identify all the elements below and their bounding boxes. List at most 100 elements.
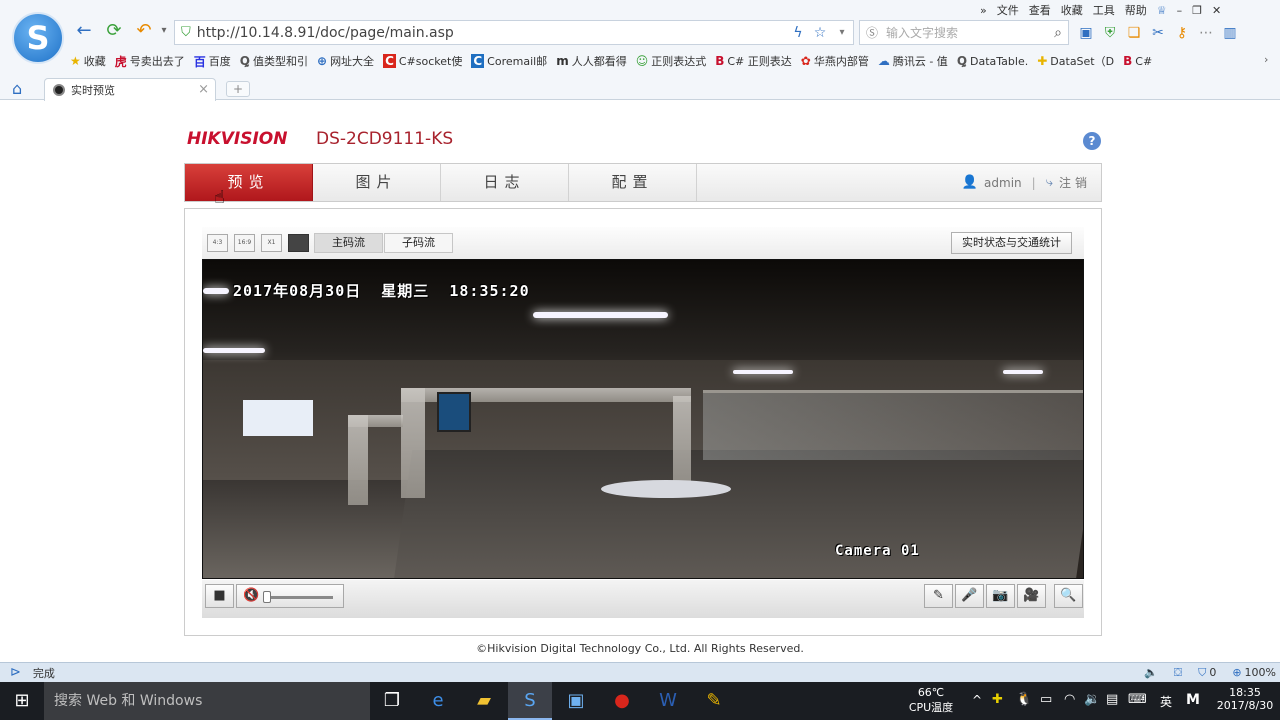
nav-config[interactable]: 配置 — [569, 164, 697, 201]
zoom-level[interactable]: 100% — [1245, 666, 1276, 679]
qq-icon[interactable]: 🐧 — [1016, 692, 1032, 707]
fav-item[interactable]: C C#socket使 — [383, 53, 462, 69]
volume-icon[interactable]: 🔉 — [1084, 692, 1100, 707]
paint-icon[interactable]: ✎ — [692, 682, 736, 720]
menu-file[interactable]: 文件 — [997, 2, 1019, 18]
adblock-icon[interactable]: ⛉ — [1198, 666, 1206, 680]
zoom-icon[interactable]: 🔍 — [1054, 584, 1083, 608]
fav-item[interactable]: m 人人都看得 — [556, 53, 627, 69]
fav-item[interactable]: ✚ DataSet（D — [1037, 53, 1114, 69]
ratio-auto-button[interactable] — [288, 234, 309, 252]
refresh-icon[interactable]: ⟳ — [103, 20, 125, 42]
live-video[interactable]: 2017年08月30日 星期三 18:35:20 Camera 01 — [202, 259, 1084, 579]
file-explorer-icon[interactable]: ▰ — [462, 682, 506, 720]
fav-item[interactable]: ✿ 华燕内部管 — [801, 53, 869, 69]
word-icon[interactable]: W — [646, 682, 690, 720]
nav-log[interactable]: 日志 — [441, 164, 569, 201]
notification-icon[interactable]: ▤ — [1106, 692, 1118, 707]
microphone-icon[interactable]: 🎤 — [955, 584, 984, 608]
skin-icon[interactable]: ♕ — [1157, 4, 1167, 17]
capture-icon[interactable]: 📷 — [986, 584, 1015, 608]
close-icon[interactable]: ✕ — [1212, 4, 1221, 17]
ratio-4-3-button[interactable]: 4:3 — [207, 234, 228, 252]
fav-item[interactable]: 虎号卖出去了 — [115, 53, 185, 70]
traffic-status-button[interactable]: 实时状态与交通统计 — [951, 232, 1072, 254]
keyboard-icon[interactable]: ⌨ — [1128, 692, 1147, 707]
tray-app-icon[interactable]: ✚ — [992, 692, 1003, 707]
search-engine-icon[interactable]: Ⓢ — [866, 24, 878, 41]
address-url[interactable]: http://10.14.8.91/doc/page/main.asp — [197, 25, 787, 41]
chevron-down-icon[interactable]: ▾ — [831, 27, 853, 38]
nav-preview[interactable]: 预览 — [185, 164, 313, 201]
search-input[interactable]: 输入文字搜索 — [886, 24, 1054, 41]
sidebar-toggle-icon[interactable]: ⊳ — [10, 665, 21, 680]
home-icon[interactable]: ⌂ — [12, 79, 22, 98]
undo-close-icon[interactable]: ↶ — [133, 20, 155, 42]
fav-item[interactable]: ⊕ 网址大全 — [317, 53, 374, 69]
fav-item[interactable]: 百百度 — [194, 53, 231, 70]
volume-slider[interactable] — [263, 591, 271, 603]
fav-item[interactable]: B C# 正则表达 — [715, 53, 792, 69]
windows-start-icon[interactable]: ⊞ — [0, 682, 44, 720]
ime-language[interactable]: 英 — [1160, 693, 1172, 710]
battery-icon[interactable]: ▭ — [1040, 692, 1052, 707]
scissors-icon[interactable]: ✂ — [1148, 24, 1168, 42]
download-icon[interactable]: ⛋ — [1174, 666, 1182, 680]
tray-chevron-up-icon[interactable]: ^ — [972, 693, 982, 707]
ratio-original-button[interactable]: X1 — [261, 234, 282, 252]
fav-item[interactable]: ★ 收藏 — [70, 53, 106, 69]
browser-logo-icon[interactable]: S — [12, 12, 64, 64]
ptz-hide-button[interactable]: ✎ — [924, 584, 953, 608]
restore-icon[interactable]: ❐ — [1192, 4, 1202, 17]
security-shield-icon[interactable]: ⛨ — [1100, 24, 1120, 42]
logout-icon[interactable]: ⤷ — [1046, 175, 1053, 190]
minimize-icon[interactable]: – — [1177, 4, 1183, 17]
menu-tools[interactable]: 工具 — [1093, 2, 1115, 18]
back-arrow-icon[interactable]: ← — [73, 20, 95, 42]
lightning-icon[interactable]: ϟ — [787, 25, 809, 41]
fav-item[interactable]: ☺ 正则表达式 — [636, 53, 707, 69]
cpu-temp[interactable]: 66℃ CPU温度 — [900, 682, 962, 720]
clock[interactable]: 18:35 2017/8/30 — [1210, 682, 1280, 720]
star-icon[interactable]: ☆ — [809, 25, 831, 41]
search-icon[interactable]: ⌕ — [1054, 25, 1062, 41]
key-icon[interactable]: ⚷ — [1172, 24, 1192, 42]
clipboard-icon[interactable]: ❏ — [1124, 24, 1144, 42]
sogou-browser-icon[interactable]: S — [508, 682, 552, 720]
tab-live-preview[interactable]: 实时预览 × — [44, 78, 216, 101]
new-tab-button[interactable]: + — [226, 81, 250, 97]
menu-view[interactable]: 查看 — [1029, 2, 1051, 18]
recorder-icon[interactable]: ● — [600, 682, 644, 720]
mute-speaker-icon[interactable]: 🔇 — [243, 588, 259, 603]
ratio-16-9-button[interactable]: 16:9 — [234, 234, 255, 252]
fav-item[interactable]: C Coremail邮 — [471, 53, 547, 69]
sub-stream-tab[interactable]: 子码流 — [384, 233, 453, 253]
taskbar-search[interactable]: 搜索 Web 和 Windows — [44, 682, 370, 720]
tab-close-icon[interactable]: × — [198, 82, 209, 97]
zoom-icon[interactable]: ⊕ — [1232, 666, 1241, 679]
speaker-icon[interactable]: 🔈 — [1144, 666, 1158, 679]
fav-item[interactable]: ☁ 腾讯云 - 值 — [878, 53, 948, 69]
edge-icon[interactable]: e — [416, 682, 460, 720]
menu-favorites[interactable]: 收藏 — [1061, 2, 1083, 18]
volume-track[interactable] — [263, 596, 333, 599]
stop-button[interactable]: ■ — [205, 584, 234, 608]
fav-item[interactable]: Ꝗ 值类型和引 — [240, 53, 308, 69]
more-icon[interactable]: ⋯ — [1196, 24, 1216, 42]
ime-mode[interactable]: M — [1186, 692, 1200, 708]
favorites-more-icon[interactable]: › — [1264, 53, 1268, 66]
translate-icon[interactable]: ▣ — [1076, 24, 1096, 42]
address-bar[interactable]: ⛉ http://10.14.8.91/doc/page/main.asp ϟ … — [174, 20, 854, 45]
logout-link[interactable]: 注销 — [1059, 174, 1091, 191]
help-icon[interactable]: ? — [1083, 132, 1101, 150]
sidebar-icon[interactable]: ▥ — [1220, 24, 1240, 42]
nav-pictures[interactable]: 图片 — [313, 164, 441, 201]
fav-item[interactable]: Ꝗ DataTable. — [957, 54, 1028, 68]
fav-item[interactable]: B C# — [1123, 54, 1152, 68]
menu-overflow[interactable]: » — [980, 4, 987, 17]
screenshot-app-icon[interactable]: ▣ — [554, 682, 598, 720]
main-stream-tab[interactable]: 主码流 — [314, 233, 383, 253]
menu-help[interactable]: 帮助 — [1125, 2, 1147, 18]
search-box[interactable]: Ⓢ 输入文字搜索 ⌕ — [859, 20, 1069, 45]
task-view-icon[interactable]: ❐ — [370, 682, 414, 720]
